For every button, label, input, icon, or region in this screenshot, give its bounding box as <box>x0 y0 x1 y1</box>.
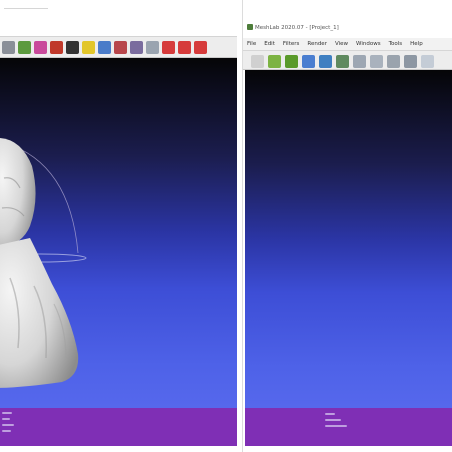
menu-bar: File Edit Filters Render View Windows To… <box>243 38 452 50</box>
export-icon[interactable] <box>319 55 332 68</box>
menu-tools[interactable]: Tools <box>385 41 407 47</box>
layers-icon[interactable] <box>353 55 366 68</box>
snapshot-icon[interactable] <box>336 55 349 68</box>
right-3d-viewport[interactable] <box>245 70 452 408</box>
left-toolbar <box>0 36 237 58</box>
new-icon[interactable] <box>251 55 264 68</box>
menu-windows[interactable]: Windows <box>352 41 385 47</box>
status-info-line <box>2 424 14 426</box>
menu-file[interactable]: File <box>243 41 260 47</box>
delete-all-icon[interactable] <box>194 41 207 54</box>
left-3d-viewport[interactable] <box>0 58 237 408</box>
menu-filters[interactable]: Filters <box>279 41 304 47</box>
paint-icon[interactable] <box>114 41 127 54</box>
menu-help[interactable]: Help <box>406 41 427 47</box>
flat-icon[interactable] <box>404 55 417 68</box>
import-icon[interactable] <box>285 55 298 68</box>
select-icon[interactable] <box>130 41 143 54</box>
status-info-line <box>2 418 10 420</box>
layer-icon[interactable] <box>2 41 15 54</box>
palette-icon[interactable] <box>34 41 47 54</box>
light-icon[interactable] <box>66 41 79 54</box>
wireframe-icon[interactable] <box>387 55 400 68</box>
delete-faces-icon[interactable] <box>162 41 175 54</box>
right-status-bar <box>245 408 452 446</box>
bust-model-render <box>0 137 87 388</box>
reload-icon[interactable] <box>302 55 315 68</box>
measure-icon[interactable] <box>82 41 95 54</box>
menu-render[interactable]: Render <box>303 41 331 47</box>
status-info-line <box>2 412 12 414</box>
window-title: MeshLab 2020.07 - [Project_1] <box>247 24 339 31</box>
bust-shoulders-icon <box>0 238 79 388</box>
open-icon[interactable] <box>268 55 281 68</box>
right-toolbar <box>243 50 452 70</box>
smooth-icon[interactable] <box>421 55 434 68</box>
right-bottom-strip <box>243 446 452 452</box>
status-info-line <box>325 413 335 415</box>
bookmark-icon[interactable] <box>50 41 63 54</box>
cube-icon[interactable] <box>18 41 31 54</box>
meshlab-app-icon <box>247 24 253 30</box>
zoom-icon[interactable] <box>146 41 159 54</box>
right-meshlab-window: MeshLab 2020.07 - [Project_1] File Edit … <box>242 0 452 452</box>
menu-view[interactable]: View <box>331 41 352 47</box>
status-info-line <box>325 419 341 421</box>
delete-vertices-icon[interactable] <box>178 41 191 54</box>
left-meshlab-window <box>0 0 237 452</box>
left-status-bar <box>0 408 237 446</box>
menu-edit[interactable]: Edit <box>260 41 279 47</box>
points-icon[interactable] <box>370 55 383 68</box>
pick-icon[interactable] <box>98 41 111 54</box>
status-info-line <box>2 430 11 432</box>
left-bottom-strip <box>0 446 237 452</box>
status-info-line <box>325 425 347 427</box>
left-window-divider <box>4 8 48 9</box>
window-title-text: MeshLab 2020.07 - [Project_1] <box>255 25 339 31</box>
left-window-top-area <box>0 0 237 34</box>
